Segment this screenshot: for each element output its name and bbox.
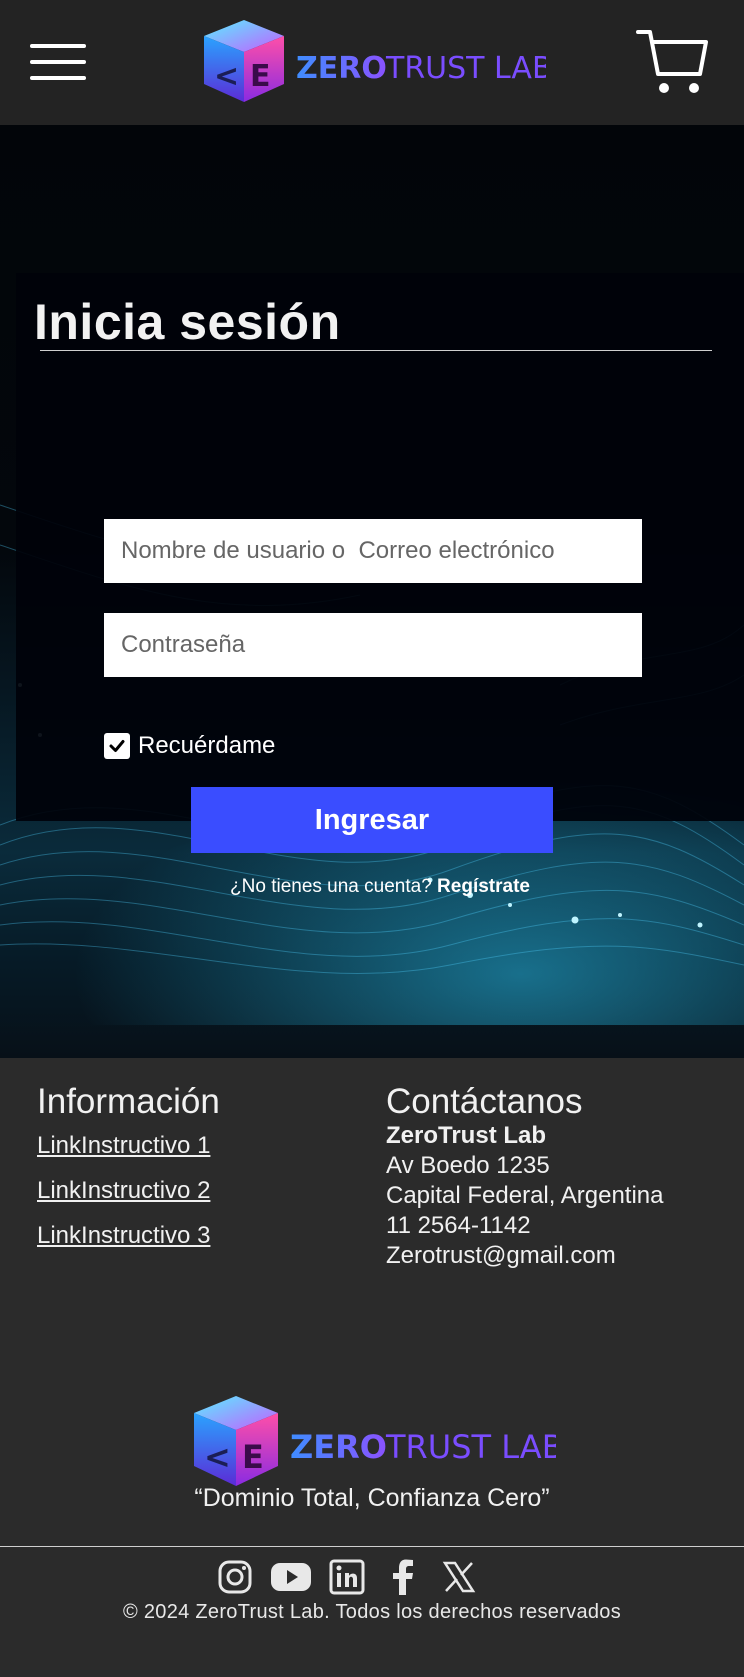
title-divider [40,350,712,351]
linkedin-icon[interactable] [326,1556,368,1598]
svg-text:<: < [214,59,239,94]
contact-email: Zerotrust@gmail.com [386,1242,616,1269]
login-card: Inicia sesión Recuérdame Ingresar ¿No ti… [16,273,744,897]
cube-icon: < E [194,1396,278,1486]
hamburger-menu-icon[interactable] [30,44,86,80]
svg-text:E: E [242,1438,264,1476]
hero-background: Inicia sesión Recuérdame Ingresar ¿No ti… [0,125,744,1058]
contact-address: Av Boedo 1235 [386,1152,550,1179]
svg-text:ZERO: ZERO [296,51,387,86]
username-email-input[interactable] [104,519,642,583]
svg-text:E: E [250,59,271,94]
remember-me-checkbox[interactable]: Recuérdame [104,731,275,761]
contact-section-title: Contáctanos [386,1082,583,1121]
remember-me-label: Recuérdame [138,732,276,759]
brand-slogan: “Dominio Total, Confianza Cero” [194,1484,550,1512]
signup-prompt-row: ¿No tienes una cuenta? Regístrate [16,876,744,898]
checkbox-checked-icon[interactable] [104,733,130,759]
footer-divider [0,1546,744,1547]
info-link-3[interactable]: LinkInstructivo 3 [37,1222,210,1250]
info-section-title: Información [37,1082,220,1121]
password-input[interactable] [104,613,642,677]
svg-text:<: < [204,1438,231,1476]
info-link-2[interactable]: LinkInstructivo 2 [37,1177,210,1205]
cube-icon: < E [204,20,284,102]
info-link-1[interactable]: LinkInstructivo 1 [37,1132,210,1160]
login-title: Inicia sesión [34,294,341,350]
x-icon[interactable] [438,1556,480,1598]
svg-text:TRUST LAB: TRUST LAB [385,1428,556,1466]
contact-company-name: ZeroTrust Lab [386,1122,547,1149]
brand-logo[interactable]: < E ZERO TRUST LAB [200,18,546,106]
signup-prompt-text: ¿No tienes una cuenta? [230,876,432,897]
svg-text:TRUST LAB: TRUST LAB [385,51,546,86]
facebook-icon[interactable] [382,1556,424,1598]
contact-city: Capital Federal, Argentina [386,1182,664,1209]
site-footer: Información LinkInstructivo 1 LinkInstru… [0,1058,744,1677]
site-header: < E ZERO TRUST LAB [0,0,744,125]
footer-brand-logo: < E ZERO TRUST LAB [194,1396,556,1486]
instagram-icon[interactable] [214,1556,256,1598]
shopping-cart-icon[interactable] [636,28,708,98]
signup-link[interactable]: Regístrate [437,876,530,897]
youtube-icon[interactable] [270,1556,312,1598]
social-links [214,1556,494,1598]
svg-text:ZERO: ZERO [290,1428,387,1466]
contact-phone: 11 2564-1142 [386,1212,531,1239]
copyright-text: © 2024 ZeroTrust Lab. Todos los derechos… [122,1601,622,1623]
login-submit-button[interactable]: Ingresar [191,787,553,853]
